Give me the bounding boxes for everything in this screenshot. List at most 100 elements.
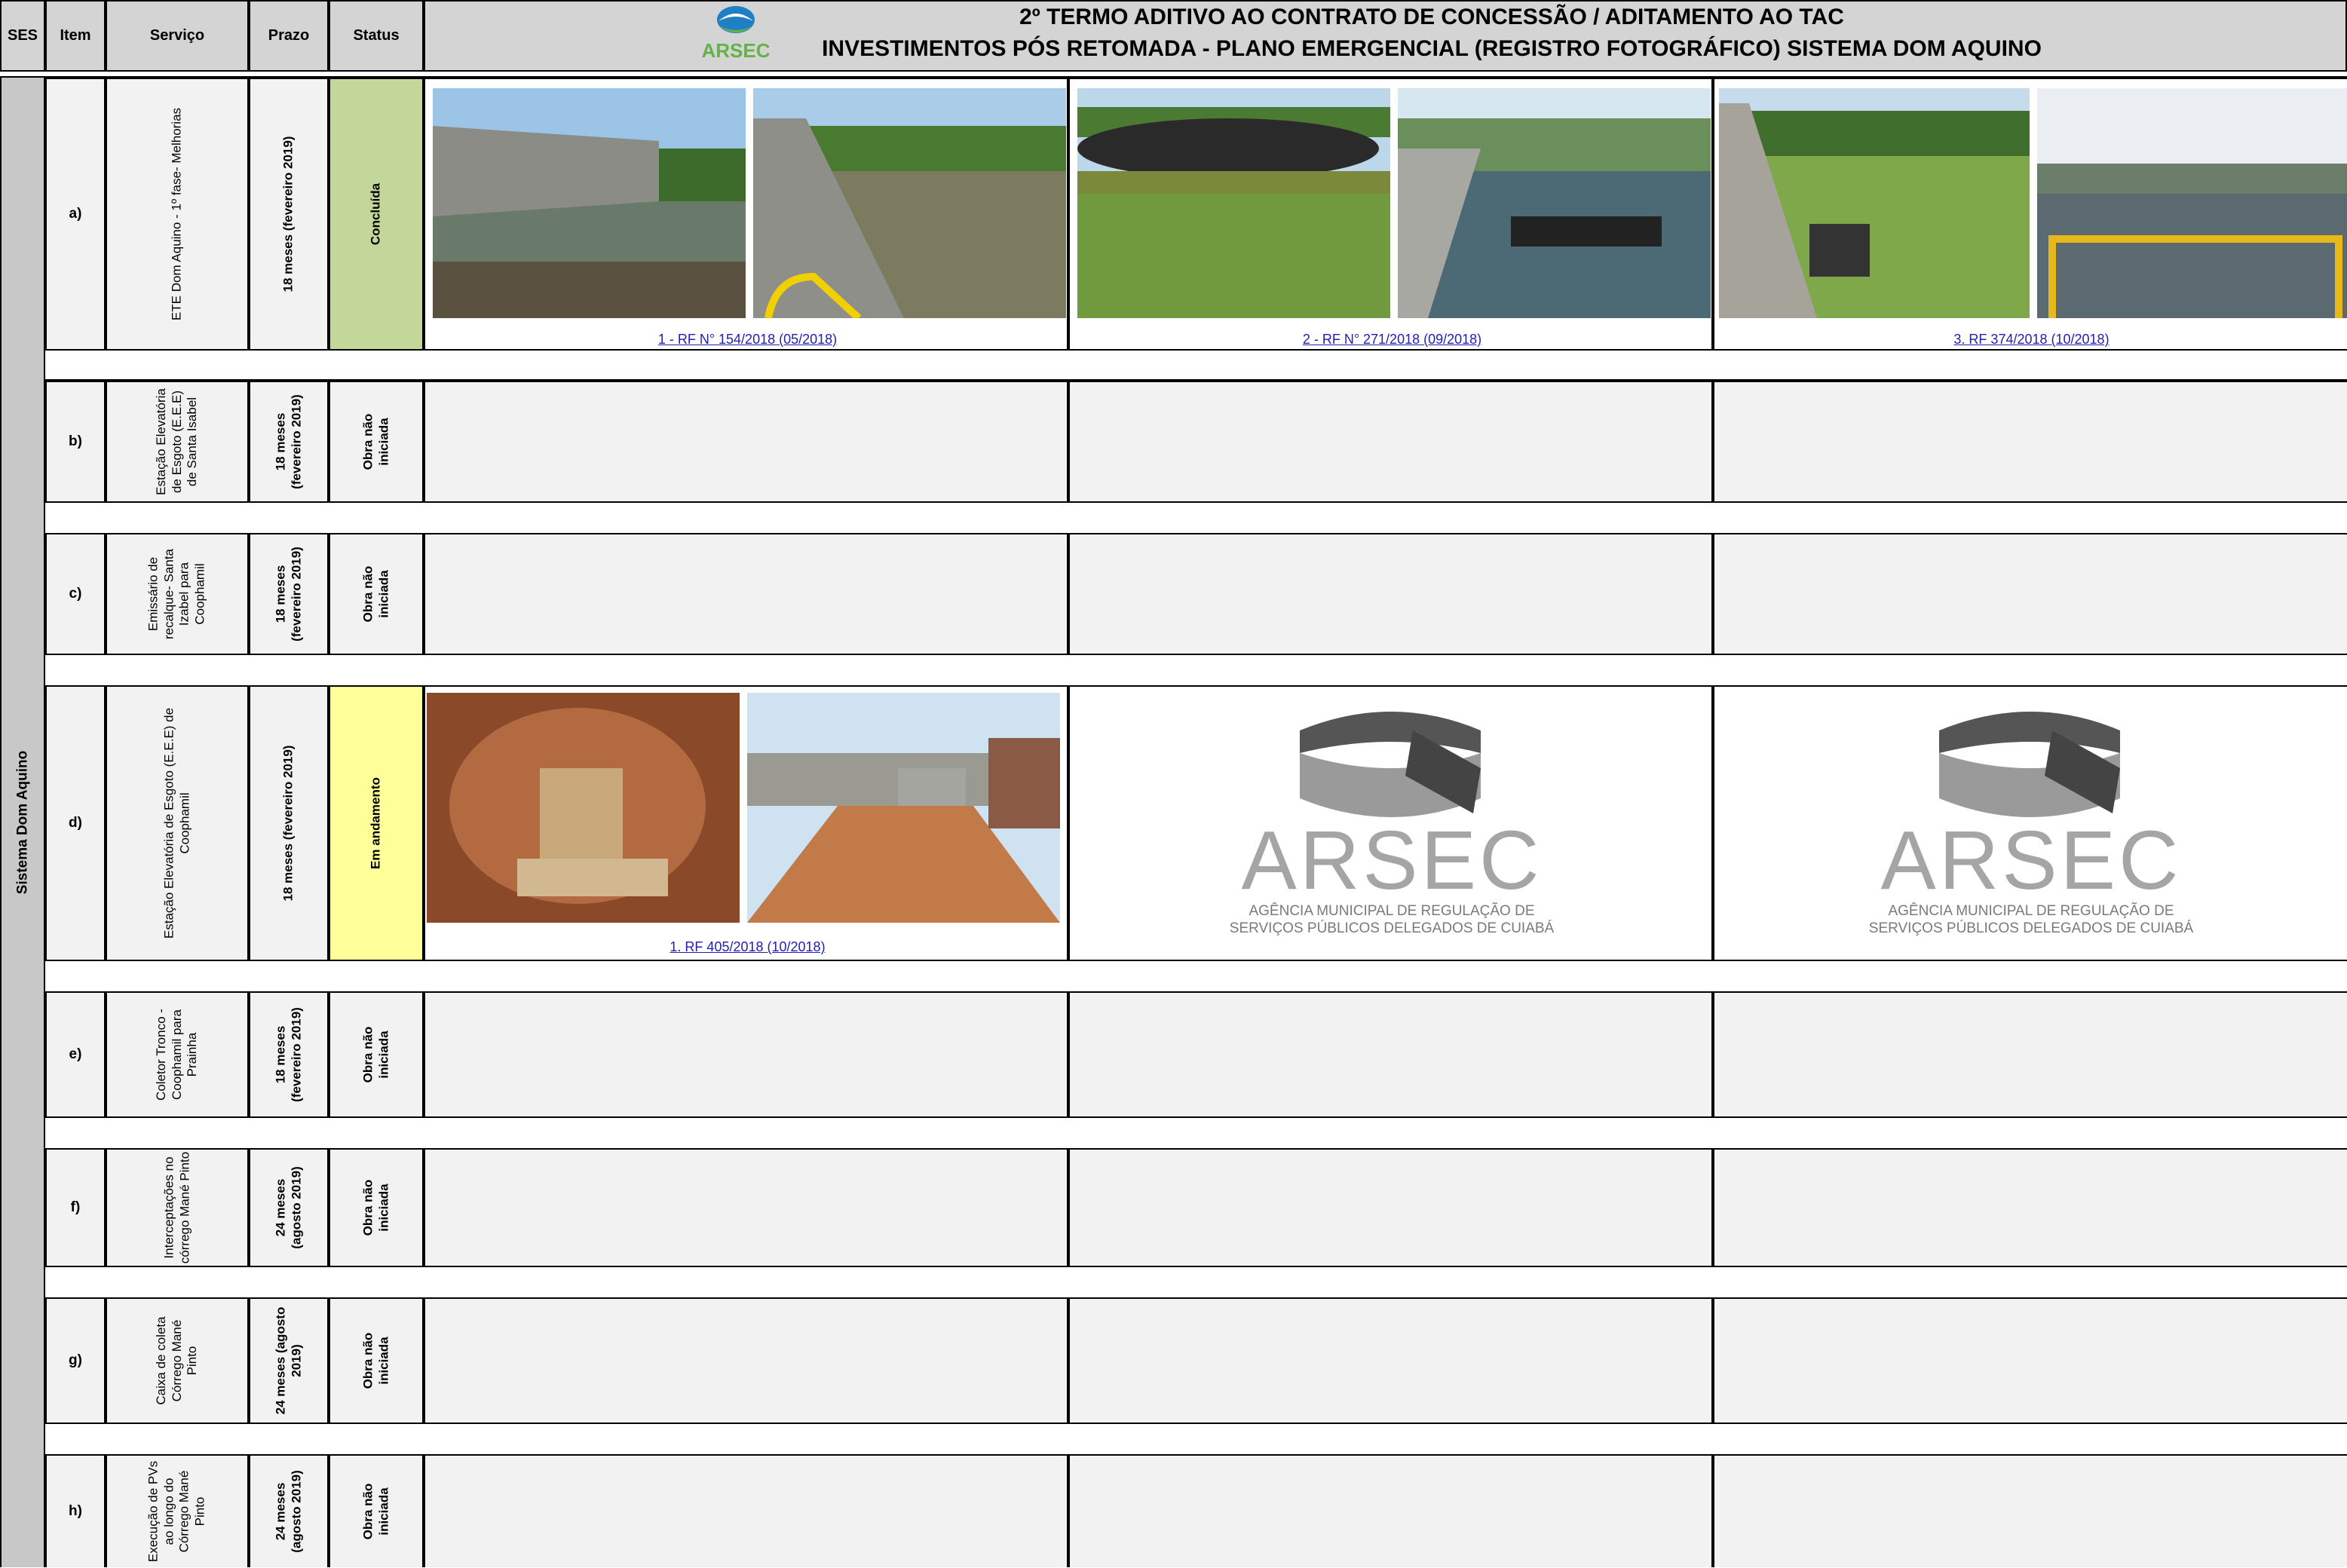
- row-f-prazo-text: 24 meses (agosto 2019): [273, 1166, 303, 1249]
- row-f-item: f): [45, 1148, 106, 1267]
- row-d-prazo: 18 meses (fevereiro 2019): [249, 685, 329, 961]
- row-c-status: Obra não iniciada: [329, 533, 424, 655]
- row-f-status: Obra não iniciada: [329, 1148, 424, 1267]
- caption-d1[interactable]: 1. RF 405/2018 (10/2018): [425, 939, 1070, 955]
- row-a-status: Concluída: [329, 78, 424, 351]
- row-b-prazo: 18 meses (fevereiro 2019): [249, 381, 329, 503]
- row-c-servico: Emissário de recalque- Santa Izabel para…: [106, 533, 249, 655]
- row-b-status-text: Obra não iniciada: [360, 413, 391, 470]
- row-d-servico-text: Estação Elevatória de Esgoto (E.E.E) de …: [161, 707, 191, 939]
- row-c-prazo: 18 meses (fevereiro 2019): [249, 533, 329, 655]
- svg-text:AGÊNCIA MUNICIPAL DE REGULAÇÃO: AGÊNCIA MUNICIPAL DE REGULAÇÃO DE: [1249, 902, 1534, 919]
- col-header-servico: Serviço: [106, 0, 249, 72]
- row-a-prazo-text: 18 meses (fevereiro 2019): [280, 136, 296, 292]
- row-h-status-text: Obra não iniciada: [360, 1483, 391, 1540]
- row-d-prazo-text: 18 meses (fevereiro 2019): [280, 745, 296, 902]
- col-header-ses: SES: [0, 0, 45, 72]
- caption-a2[interactable]: 2 - RF N° 271/2018 (09/2018): [1070, 332, 1714, 348]
- row-g-status-text: Obra não iniciada: [360, 1332, 391, 1389]
- row-e-status: Obra não iniciada: [329, 991, 424, 1118]
- row-g-prazo-text: 24 meses (agosto 2019): [273, 1306, 303, 1415]
- photo-ete-3b: [2037, 88, 2347, 318]
- row-h-prazo: 24 meses (agosto 2019): [249, 1454, 329, 1567]
- row-d-photo-group-1: 1. RF 405/2018 (10/2018): [424, 685, 1068, 961]
- row-a-prazo: 18 meses (fevereiro 2019): [249, 78, 329, 351]
- col-header-status: Status: [329, 0, 424, 72]
- row-g-servico-text: Caixa de coleta Córrego Mané Pinto: [153, 1316, 200, 1405]
- row-a-servico: ETE Dom Aquino - 1º fase- Melhorias: [106, 78, 249, 351]
- row-b-item: b): [45, 381, 106, 503]
- row-g-photo-2: [1068, 1297, 1713, 1424]
- svg-text:AGÊNCIA MUNICIPAL DE REGULAÇÃO: AGÊNCIA MUNICIPAL DE REGULAÇÃO DE: [1888, 902, 2174, 919]
- svg-text:SERVIÇOS PÚBLICOS DELEGADOS DE: SERVIÇOS PÚBLICOS DELEGADOS DE CUIABÁ: [1230, 920, 1555, 936]
- row-b-prazo-text: 18 meses (fevereiro 2019): [273, 394, 303, 489]
- row-f-status-text: Obra não iniciada: [360, 1179, 391, 1236]
- row-h-prazo-text: 24 meses (agosto 2019): [273, 1470, 303, 1553]
- row-b-photo-3: [1713, 381, 2347, 503]
- row-e-status-text: Obra não iniciada: [360, 1026, 391, 1083]
- row-e-photo-2: [1068, 991, 1713, 1118]
- spacer-row: [45, 1424, 2347, 1454]
- row-c-status-text: Obra não iniciada: [360, 565, 391, 623]
- row-a-photo-group-2: 2 - RF N° 271/2018 (09/2018): [1068, 78, 1713, 351]
- row-b-servico-text: Estação Elevatória de Esgoto (E.E.E) de …: [153, 388, 200, 495]
- row-g-photo-3: [1713, 1297, 2347, 1424]
- row-h-photo-2: [1068, 1454, 1713, 1567]
- row-b-servico: Estação Elevatória de Esgoto (E.E.E) de …: [106, 381, 249, 503]
- row-e-prazo-text: 18 meses (fevereiro 2019): [273, 1007, 303, 1102]
- photo-ete-2b: [1398, 88, 1711, 318]
- title-banner: ARSEC 2º TERMO ADITIVO AO CONTRATO DE CO…: [424, 0, 2347, 72]
- col-header-item: Item: [45, 0, 106, 72]
- report-title-line2: INVESTIMENTOS PÓS RETOMADA - PLANO EMERG…: [822, 36, 2042, 61]
- photo-ete-1a: [433, 88, 746, 318]
- row-a-photo-group-1: 1 - RF N° 154/2018 (05/2018): [424, 78, 1068, 351]
- row-d-status-text: Em andamento: [368, 777, 383, 869]
- row-e-servico-text: Coletor Tronco - Coophamil para Prainha: [153, 1009, 200, 1101]
- col-header-prazo: Prazo: [249, 0, 329, 72]
- row-g-servico: Caixa de coleta Córrego Mané Pinto: [106, 1297, 249, 1424]
- row-g-status: Obra não iniciada: [329, 1297, 424, 1424]
- row-b-photo-1: [424, 381, 1068, 503]
- row-h-item: h): [45, 1454, 106, 1567]
- row-e-photo-1: [424, 991, 1068, 1118]
- row-d-status: Em andamento: [329, 685, 424, 961]
- row-h-servico-text: Execução de PVs ao longo do Córrego Mané…: [146, 1460, 207, 1563]
- row-d-placeholder-1: ARSEC AGÊNCIA MUNICIPAL DE REGULAÇÃO DE …: [1068, 685, 1713, 961]
- photo-ete-3a: [1719, 88, 2030, 318]
- row-c-servico-text: Emissário de recalque- Santa Izabel para…: [146, 548, 207, 640]
- photo-eee-1b: [747, 693, 1060, 923]
- spacer-row: [45, 961, 2347, 991]
- row-b-photo-2: [1068, 381, 1713, 503]
- row-h-status: Obra não iniciada: [329, 1454, 424, 1567]
- caption-a1[interactable]: 1 - RF N° 154/2018 (05/2018): [425, 332, 1070, 348]
- spacer-row: [45, 1267, 2347, 1297]
- row-c-photo-3: [1713, 533, 2347, 655]
- row-f-servico: Interceptações no córrego Mané Pinto: [106, 1148, 249, 1267]
- row-a-servico-text: ETE Dom Aquino - 1º fase- Melhorias: [169, 107, 184, 321]
- row-f-photo-3: [1713, 1148, 2347, 1267]
- row-c-prazo-text: 18 meses (fevereiro 2019): [273, 547, 303, 642]
- svg-text:SERVIÇOS PÚBLICOS DELEGADOS DE: SERVIÇOS PÚBLICOS DELEGADOS DE CUIABÁ: [1869, 920, 2194, 936]
- row-g-prazo: 24 meses (agosto 2019): [249, 1297, 329, 1424]
- row-e-prazo: 18 meses (fevereiro 2019): [249, 991, 329, 1118]
- row-f-photo-2: [1068, 1148, 1713, 1267]
- row-g-item: g): [45, 1297, 106, 1424]
- spacer-row: [45, 503, 2347, 533]
- row-b-status: Obra não iniciada: [329, 381, 424, 503]
- photo-ete-1b: [753, 88, 1066, 318]
- photo-eee-1a: [427, 693, 740, 923]
- svg-text:ARSEC: ARSEC: [1242, 814, 1543, 907]
- row-h-photo-1: [424, 1454, 1068, 1567]
- row-d-servico: Estação Elevatória de Esgoto (E.E.E) de …: [106, 685, 249, 961]
- spacer-row: [45, 655, 2347, 685]
- svg-text:ARSEC: ARSEC: [1881, 814, 2182, 907]
- row-d-placeholder-2: ARSEC AGÊNCIA MUNICIPAL DE REGULAÇÃO DE …: [1713, 685, 2347, 961]
- arsec-placeholder-logo: ARSEC AGÊNCIA MUNICIPAL DE REGULAÇÃO DE …: [1187, 700, 1598, 942]
- caption-a3[interactable]: 3. RF 374/2018 (10/2018): [1714, 332, 2347, 348]
- row-c-item: c): [45, 533, 106, 655]
- ses-column: Sistema Dom Aquino: [0, 78, 45, 1567]
- row-a-status-text: Concluída: [368, 182, 383, 246]
- header-separator: [0, 72, 2347, 78]
- arsec-placeholder-logo: ARSEC AGÊNCIA MUNICIPAL DE REGULAÇÃO DE …: [1826, 700, 2237, 942]
- row-g-photo-1: [424, 1297, 1068, 1424]
